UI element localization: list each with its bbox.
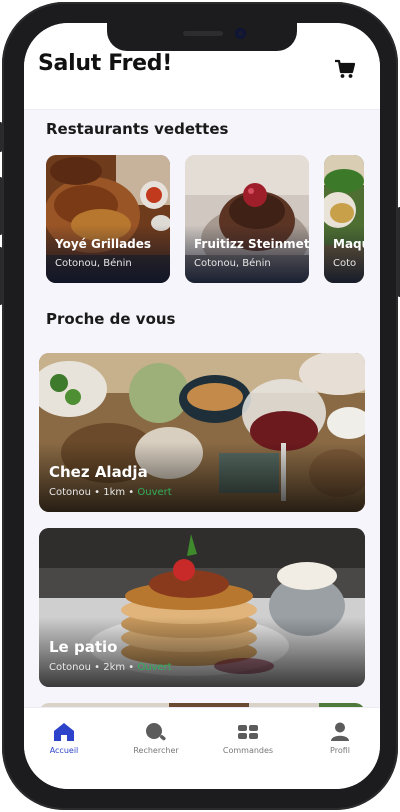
card-shade	[46, 225, 170, 283]
camera	[235, 28, 246, 39]
page-title: Salut Fred!	[38, 51, 172, 76]
nav-item-search[interactable]: Rechercher	[116, 722, 196, 755]
featured-name: Maqu	[333, 237, 364, 251]
nav-label: Rechercher	[133, 746, 179, 755]
meta-separator: •	[128, 662, 138, 673]
nearby-status: Ouvert	[137, 662, 172, 673]
nearby-distance: 2km	[103, 662, 126, 673]
nearby-name: Le patio	[49, 638, 118, 656]
nearby-name: Chez Aladja	[49, 463, 148, 481]
nav-label: Accueil	[49, 746, 79, 755]
nearby-card-le-patio[interactable]: Le patio Cotonou • 2km • Ouvert	[39, 528, 365, 687]
volume-up-button	[0, 177, 2, 235]
meta-separator: •	[94, 487, 104, 498]
meta-separator: •	[128, 487, 138, 498]
nearby-city: Cotonou	[49, 487, 91, 498]
cart-icon[interactable]	[334, 59, 356, 79]
bottom-nav: Accueil Rechercher Commandes Profil	[24, 707, 380, 789]
card-shade	[324, 225, 364, 283]
card-shade	[185, 225, 309, 283]
nearby-status: Ouvert	[137, 487, 172, 498]
speaker	[183, 31, 223, 36]
nav-label: Profil	[330, 746, 350, 755]
search-icon	[146, 723, 166, 741]
featured-card-yoye[interactable]: Yoyé Grillades Cotonou, Bénin	[46, 155, 170, 283]
nav-item-profile[interactable]: Profil	[300, 722, 380, 755]
profile-icon	[331, 722, 349, 741]
nav-label: Commandes	[222, 746, 274, 755]
orders-icon	[238, 725, 258, 739]
featured-name: Yoyé Grillades	[55, 237, 152, 251]
notch	[107, 23, 297, 51]
featured-card-partial[interactable]: Maqu Coto	[324, 155, 364, 283]
featured-location: Cotonou, Bénin	[55, 258, 132, 269]
nearby-section-title: Proche de vous	[46, 310, 176, 328]
volume-down-button	[0, 247, 2, 305]
featured-location: Coto	[333, 258, 357, 269]
featured-card-fruitizz[interactable]: Fruitizz Steinmetz Cotonou, Bénin	[185, 155, 309, 283]
nearby-card-chez-aladja[interactable]: Chez Aladja Cotonou • 1km • Ouvert	[39, 353, 365, 512]
nearby-meta: Cotonou • 2km • Ouvert	[49, 662, 172, 673]
nav-item-orders[interactable]: Commandes	[208, 722, 288, 755]
nearby-meta: Cotonou • 1km • Ouvert	[49, 487, 172, 498]
meta-separator: •	[94, 662, 104, 673]
home-icon	[54, 723, 74, 741]
nearby-city: Cotonou	[49, 662, 91, 673]
featured-location: Cotonou, Bénin	[194, 258, 271, 269]
featured-section-title: Restaurants vedettes	[46, 120, 229, 138]
featured-name: Fruitizz Steinmetz	[194, 237, 309, 251]
phone-frame: Salut Fred! Restaurants vedettes Yoyé Gr…	[0, 2, 400, 810]
mute-switch	[0, 122, 2, 152]
nearby-distance: 1km	[103, 487, 126, 498]
nav-item-home[interactable]: Accueil	[24, 722, 104, 755]
app-screen: Salut Fred! Restaurants vedettes Yoyé Gr…	[24, 23, 380, 789]
